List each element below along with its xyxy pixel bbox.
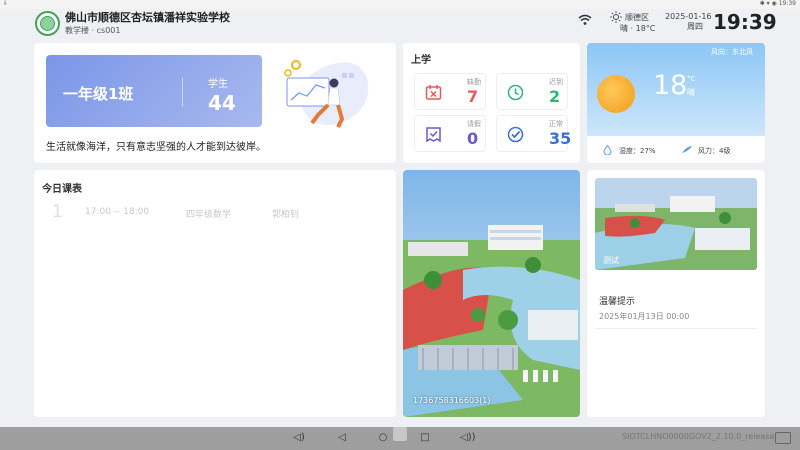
navigation-bar: ◁) ◁ ○ □ ◁)) SIOTCLHNO0000GOV2_2.10.0_re… <box>0 427 800 450</box>
header-weather-condition: 晴 · 18°C <box>620 24 656 33</box>
campus-photo-card[interactable]: 1736758316603(1) <box>403 170 580 417</box>
temperature-unit: °C <box>687 75 696 83</box>
wind-direction: 风向：东北风 <box>711 48 753 56</box>
late-label: 迟到 <box>549 78 563 86</box>
leave-value: 0 <box>467 129 479 148</box>
attendance-card: 上学 缺勤 7 迟到 2 请假 0 正常 35 <box>403 43 580 163</box>
status-bar: ⇩ ✱ ▾ ◉ 19:39 <box>0 0 800 9</box>
late-value: 2 <box>549 87 561 106</box>
late-clock-icon <box>507 84 524 101</box>
period-subject: 四年级数学 <box>186 210 232 220</box>
schedule-title: 今日课表 <box>42 184 82 195</box>
class-name: 一年级1班 <box>63 85 134 103</box>
class-info-box: 一年级1班 学生 44 <box>46 55 262 127</box>
keyboard-icon[interactable] <box>775 432 791 444</box>
recents-icon[interactable]: □ <box>419 432 431 444</box>
students-label: 学生 <box>208 79 228 90</box>
usb-icon: ⇩ <box>3 0 9 7</box>
header-date: 2025-01-16 周四 <box>665 12 712 32</box>
nav-handle[interactable] <box>393 427 407 441</box>
humidity-icon <box>603 145 612 155</box>
status-time: 19:39 <box>778 0 796 7</box>
clock: 19:39 <box>713 10 777 34</box>
status-icons: ✱ ▾ ◉ 19:39 <box>759 0 796 7</box>
leave-icon <box>426 127 441 143</box>
check-icon <box>507 126 524 143</box>
notice-card[interactable]: 测试 温馨提示 2025年01月13日 00:00 <box>587 170 765 417</box>
attendance-item-late[interactable]: 迟到 2 <box>496 73 568 110</box>
photo-caption: 1736758316603(1) <box>413 396 491 405</box>
attendance-item-normal[interactable]: 正常 35 <box>496 115 572 152</box>
schedule-card: 今日课表 1 17:00 -- 18:00 四年级数学 郭柏钊 <box>34 170 396 417</box>
weather-condition: 晴 <box>687 88 695 97</box>
leave-label: 请假 <box>467 120 481 128</box>
class-motto: 生活就像海洋，只有意志坚强的人才能到达彼岸。 <box>46 142 266 153</box>
sun-icon <box>610 11 622 23</box>
notice-image-label: 测试 <box>603 256 619 265</box>
absent-value: 7 <box>467 87 479 106</box>
home-icon[interactable]: ○ <box>377 432 389 444</box>
notice-title: 温馨提示 <box>599 297 636 307</box>
volume-up-icon[interactable]: ◁)) <box>460 432 476 444</box>
school-logo <box>35 11 60 36</box>
wind-icon <box>682 146 692 153</box>
students-count: 44 <box>208 91 236 115</box>
schedule-row[interactable]: 1 17:00 -- 18:00 四年级数学 郭柏钊 <box>34 202 396 222</box>
temperature: 18 <box>653 70 688 101</box>
weekday-text: 周四 <box>687 22 703 31</box>
date-text: 2025-01-16 <box>665 12 712 21</box>
divider <box>182 77 183 107</box>
back-icon[interactable]: ◁ <box>336 432 348 444</box>
building-label: 教学楼 · cs001 <box>65 26 121 35</box>
period-number: 1 <box>52 202 63 222</box>
attendance-item-leave[interactable]: 请假 0 <box>414 115 486 152</box>
normal-label: 正常 <box>549 120 563 128</box>
volume-down-icon[interactable]: ◁) <box>293 432 305 444</box>
class-card: 一年级1班 学生 44 生活就像海洋，只有意志坚强的人才能到达彼岸。 <box>34 43 396 163</box>
version-label: SIOTCLHNO0000GOV2_2.10.0_release <box>622 432 775 441</box>
sun-icon <box>597 75 635 113</box>
absent-label: 缺勤 <box>467 78 481 86</box>
header-weather-location: 顺德区 <box>625 13 649 22</box>
campus-photo <box>403 170 580 417</box>
period-teacher: 郭柏钊 <box>272 210 300 220</box>
notice-date: 2025年01月13日 00:00 <box>599 312 690 321</box>
humidity: 湿度：27% <box>619 147 656 155</box>
normal-value: 35 <box>549 129 572 148</box>
wind-power: 风力：4级 <box>698 147 731 155</box>
school-name: 佛山市顺德区杏坛镇潘祥实验学校 <box>65 11 230 24</box>
weather-panel: 风向：东北风 18 °C 晴 <box>587 43 765 136</box>
illustration-image <box>284 60 369 128</box>
period-time: 17:00 -- 18:00 <box>85 207 150 217</box>
header: 佛山市顺德区杏坛镇潘祥实验学校 教学楼 · cs001 顺德区 晴 · 18°C… <box>0 9 800 41</box>
attendance-title: 上学 <box>411 55 431 66</box>
notice-image <box>595 178 757 270</box>
wifi-icon <box>578 14 592 25</box>
weather-card: 风向：东北风 18 °C 晴 湿度：27% 风力：4级 <box>587 43 765 163</box>
divider <box>595 328 757 329</box>
absent-icon <box>425 85 442 100</box>
attendance-item-absent[interactable]: 缺勤 7 <box>414 73 486 110</box>
